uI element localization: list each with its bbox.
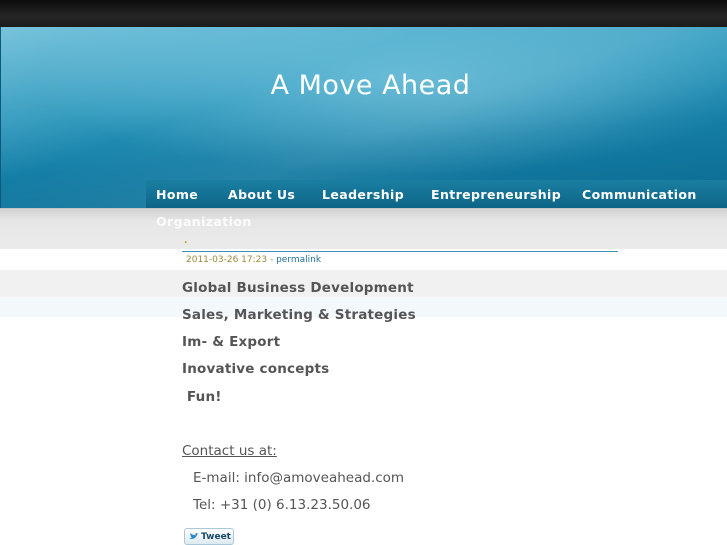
tweet-button[interactable]: Tweet (184, 528, 234, 545)
post-meta: 2011-03-26 17:23 - permalink (186, 255, 321, 265)
contact-heading[interactable]: Contact us at: (182, 443, 277, 459)
permalink-link[interactable]: permalink (276, 255, 321, 265)
contact-email: E-mail: info@amoveahead.com (193, 470, 405, 486)
post-title[interactable]: . (184, 236, 187, 246)
nav-item-leadership[interactable]: Leadership (322, 187, 404, 202)
service-item: Inovative concepts (182, 361, 330, 377)
nav-item-about-us[interactable]: About Us (228, 187, 295, 202)
tweet-label: Tweet (201, 531, 231, 542)
nav-overflow-band (0, 208, 727, 249)
nav-item-home[interactable]: Home (156, 187, 198, 202)
service-item: Fun! (182, 389, 222, 405)
nav-item-communication[interactable]: Communication (582, 187, 697, 202)
post-divider (182, 251, 618, 252)
top-bar (0, 0, 727, 27)
service-item: Global Business Development (182, 280, 414, 296)
service-item: Sales, Marketing & Strategies (182, 307, 416, 323)
nav-item-entrepreneurship[interactable]: Entrepreneurship (431, 187, 561, 202)
site-title[interactable]: A Move Ahead (0, 70, 727, 101)
nav-item-organization[interactable]: Organization (156, 214, 252, 229)
service-item: Im- & Export (182, 334, 281, 350)
page: A Move Ahead Home About Us Leadership En… (0, 0, 727, 545)
post-meta-separator: - (267, 255, 277, 265)
contact-phone: Tel: +31 (0) 6.13.23.50.06 (193, 497, 371, 513)
twitter-bird-icon (189, 532, 199, 539)
post-timestamp: 2011-03-26 17:23 (186, 255, 268, 265)
